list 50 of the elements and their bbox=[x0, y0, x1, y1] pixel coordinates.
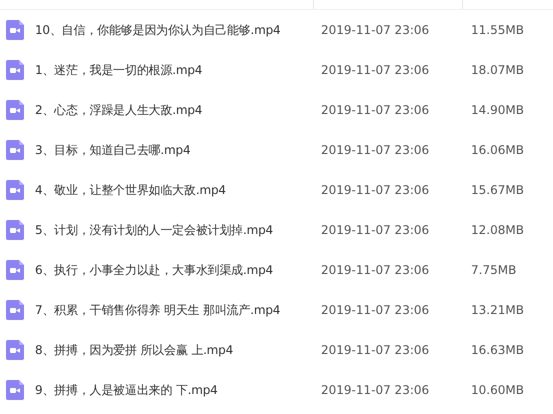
modified-date: 2019-11-07 23:06 bbox=[320, 383, 430, 397]
file-size: 13.21MB bbox=[470, 303, 525, 317]
file-row[interactable]: 5、计划，没有计划的人一定会被计划掉.mp4 2019-11-07 23:06 12.08MB bbox=[0, 210, 553, 250]
video-file-icon bbox=[6, 140, 24, 160]
file-row[interactable]: 3、目标，知道自己去哪.mp4 2019-11-07 23:06 16.06MB bbox=[0, 130, 553, 170]
file-name: 4、敬业，让整个世界如临大敌.mp4 bbox=[35, 182, 226, 198]
file-name: 1、迷茫，我是一切的根源.mp4 bbox=[35, 62, 202, 78]
video-file-icon bbox=[6, 220, 24, 240]
video-file-icon bbox=[6, 260, 24, 280]
file-name: 3、目标，知道自己去哪.mp4 bbox=[35, 142, 190, 158]
video-file-icon bbox=[6, 20, 24, 40]
video-file-icon bbox=[6, 380, 24, 400]
file-size: 16.06MB bbox=[470, 143, 525, 157]
file-row[interactable]: 10、自信，你能够是因为你认为自己能够.mp4 2019-11-07 23:06 11.55MB bbox=[0, 10, 553, 50]
file-size: 16.63MB bbox=[470, 343, 525, 357]
file-name: 8、拼搏，因为爱拼 所以会赢 上.mp4 bbox=[35, 342, 234, 358]
modified-date: 2019-11-07 23:06 bbox=[320, 143, 430, 157]
file-row[interactable]: 1、迷茫，我是一切的根源.mp4 2019-11-07 23:06 18.07MB bbox=[0, 50, 553, 90]
file-row[interactable]: 2、心态，浮躁是人生大敌.mp4 2019-11-07 23:06 14.90MB bbox=[0, 90, 553, 130]
modified-date: 2019-11-07 23:06 bbox=[320, 303, 430, 317]
file-name: 9、拼搏，人是被逼出来的 下.mp4 bbox=[35, 382, 218, 398]
file-size: 11.55MB bbox=[470, 23, 525, 37]
video-file-icon bbox=[6, 180, 24, 200]
file-name: 6、执行，小事全力以赴，大事水到渠成.mp4 bbox=[35, 262, 273, 278]
file-size: 14.90MB bbox=[470, 103, 525, 117]
modified-date: 2019-11-07 23:06 bbox=[320, 223, 430, 237]
file-name: 10、自信，你能够是因为你认为自己能够.mp4 bbox=[35, 22, 280, 38]
modified-date: 2019-11-07 23:06 bbox=[320, 23, 430, 37]
modified-date: 2019-11-07 23:06 bbox=[320, 183, 430, 197]
file-size: 12.08MB bbox=[470, 223, 525, 237]
file-name: 5、计划，没有计划的人一定会被计划掉.mp4 bbox=[35, 222, 273, 238]
file-size: 18.07MB bbox=[470, 63, 525, 77]
file-row[interactable]: 6、执行，小事全力以赴，大事水到渠成.mp4 2019-11-07 23:06 7.75MB bbox=[0, 250, 553, 290]
video-file-icon bbox=[6, 100, 24, 120]
file-row[interactable]: 4、敬业，让整个世界如临大敌.mp4 2019-11-07 23:06 15.67MB bbox=[0, 170, 553, 210]
video-file-icon bbox=[6, 60, 24, 80]
file-row[interactable]: 8、拼搏，因为爱拼 所以会赢 上.mp4 2019-11-07 23:06 16.63MB bbox=[0, 330, 553, 370]
modified-date: 2019-11-07 23:06 bbox=[320, 103, 430, 117]
modified-date: 2019-11-07 23:06 bbox=[320, 63, 430, 77]
file-name: 7、积累，干销售你得养 明天生 那叫流产.mp4 bbox=[35, 302, 280, 318]
file-size: 15.67MB bbox=[470, 183, 525, 197]
file-size: 10.60MB bbox=[470, 383, 525, 397]
modified-date: 2019-11-07 23:06 bbox=[320, 343, 430, 357]
file-row[interactable]: 7、积累，干销售你得养 明天生 那叫流产.mp4 2019-11-07 23:06 13.21MB bbox=[0, 290, 553, 330]
file-name: 2、心态，浮躁是人生大敌.mp4 bbox=[35, 102, 202, 118]
video-file-icon bbox=[6, 340, 24, 360]
file-row[interactable]: 9、拼搏，人是被逼出来的 下.mp4 2019-11-07 23:06 10.60MB bbox=[0, 370, 553, 410]
modified-date: 2019-11-07 23:06 bbox=[320, 263, 430, 277]
video-file-icon bbox=[6, 300, 24, 320]
file-size: 7.75MB bbox=[470, 263, 518, 277]
